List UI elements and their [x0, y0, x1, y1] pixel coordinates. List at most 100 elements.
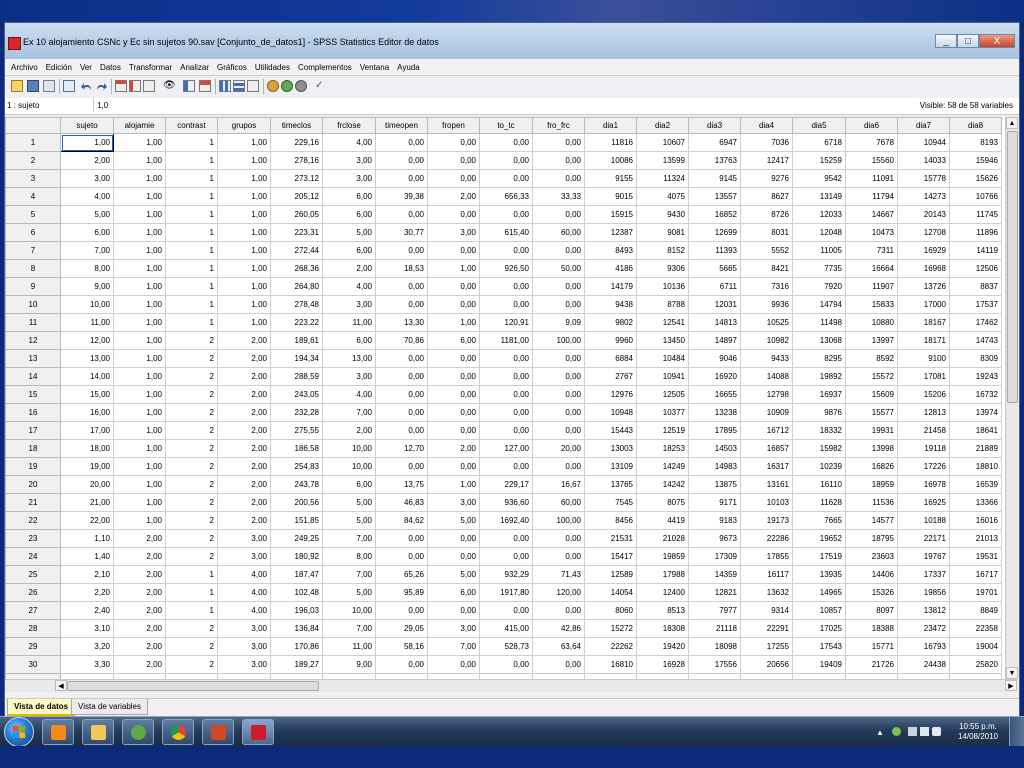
data-cell[interactable]: 1 — [165, 169, 218, 188]
data-cell[interactable]: 0,00 — [375, 277, 428, 296]
data-cell[interactable]: 9936 — [740, 295, 793, 314]
data-cell[interactable]: 14577 — [845, 511, 898, 530]
data-cell[interactable]: 17226 — [897, 457, 950, 476]
menu-graficos[interactable]: Gráficos — [217, 63, 247, 72]
taskbar-spss[interactable] — [242, 719, 274, 745]
data-cell[interactable]: 10,00 — [322, 601, 376, 620]
weight-cases-icon[interactable] — [233, 80, 245, 92]
column-header-timeopen[interactable]: timeopen — [375, 117, 428, 134]
data-cell[interactable]: 232,28 — [270, 403, 323, 422]
data-cell[interactable]: 6,00 — [427, 331, 480, 350]
data-cell[interactable]: 2,00 — [217, 367, 271, 386]
data-cell[interactable]: 0,00 — [532, 169, 585, 188]
data-cell[interactable]: 10086 — [584, 151, 637, 170]
data-cell[interactable]: 4075 — [636, 187, 689, 206]
data-cell[interactable]: 0,00 — [375, 529, 428, 548]
data-cell[interactable]: 17462 — [949, 313, 1002, 332]
column-header-dia8[interactable]: dia8 — [949, 117, 1002, 134]
data-cell[interactable]: 3,00 — [427, 493, 480, 512]
data-cell[interactable]: 0,00 — [427, 385, 480, 404]
data-cell[interactable]: 2,00 — [113, 619, 166, 638]
data-cell[interactable]: 21458 — [897, 421, 950, 440]
data-cell[interactable]: 1 — [165, 313, 218, 332]
data-cell[interactable]: 11324 — [636, 169, 689, 188]
data-cell[interactable]: 2,00 — [217, 385, 271, 404]
data-cell[interactable]: 1 — [165, 133, 218, 152]
data-cell[interactable]: 17081 — [897, 367, 950, 386]
data-cell[interactable]: 46,83 — [375, 493, 428, 512]
data-cell[interactable]: 1,00 — [113, 313, 166, 332]
data-cell[interactable]: 20,00 — [532, 439, 585, 458]
data-cell[interactable]: 15915 — [584, 205, 637, 224]
data-cell[interactable]: 13875 — [688, 475, 741, 494]
data-cell[interactable]: 3,10 — [60, 619, 114, 638]
data-cell[interactable]: 0,00 — [532, 241, 585, 260]
data-cell[interactable]: 10909 — [740, 403, 793, 422]
data-cell[interactable]: 13763 — [688, 151, 741, 170]
data-cell[interactable]: 13161 — [740, 475, 793, 494]
data-cell[interactable]: 0,00 — [427, 457, 480, 476]
data-cell[interactable]: 0,00 — [375, 385, 428, 404]
data-cell[interactable]: 2 — [165, 493, 218, 512]
data-cell[interactable]: 2,00 — [322, 421, 376, 440]
row-header[interactable]: 6 — [5, 223, 61, 242]
data-cell[interactable]: 1,00 — [217, 187, 271, 206]
data-cell[interactable]: 260,05 — [270, 205, 323, 224]
row-header[interactable]: 18 — [5, 439, 61, 458]
data-cell[interactable]: 10766 — [949, 187, 1002, 206]
data-cell[interactable]: 5,00 — [427, 511, 480, 530]
data-cell[interactable]: 1,00 — [427, 475, 480, 494]
data-cell[interactable]: 1,00 — [217, 133, 271, 152]
data-cell[interactable]: 14054 — [584, 583, 637, 602]
column-header-dia7[interactable]: dia7 — [897, 117, 950, 134]
data-cell[interactable]: 14033 — [897, 151, 950, 170]
data-cell[interactable]: 17855 — [740, 547, 793, 566]
data-cell[interactable]: 39,38 — [375, 187, 428, 206]
data-cell[interactable]: 8493 — [584, 241, 637, 260]
data-cell[interactable]: 7678 — [845, 133, 898, 152]
data-cell[interactable]: 2 — [165, 385, 218, 404]
data-cell[interactable]: 19004 — [949, 637, 1002, 656]
data-cell[interactable]: 0,00 — [479, 547, 533, 566]
goto-case-icon[interactable] — [115, 80, 127, 92]
menu-edicion[interactable]: Edición — [46, 63, 72, 72]
data-cell[interactable]: 21726 — [845, 655, 898, 674]
data-cell[interactable]: 1,10 — [60, 529, 114, 548]
data-cell[interactable]: 71,43 — [532, 565, 585, 584]
data-cell[interactable]: 2 — [165, 529, 218, 548]
row-header[interactable]: 3 — [5, 169, 61, 188]
data-cell[interactable]: 2,00 — [217, 493, 271, 512]
data-cell[interactable]: 84,62 — [375, 511, 428, 530]
data-cell[interactable]: 12048 — [792, 223, 846, 242]
data-cell[interactable]: 0,00 — [479, 133, 533, 152]
data-cell[interactable]: 10,00 — [322, 439, 376, 458]
data-cell[interactable]: 8031 — [740, 223, 793, 242]
data-cell[interactable]: 2,00 — [217, 349, 271, 368]
data-cell[interactable]: 19931 — [845, 421, 898, 440]
data-cell[interactable]: 229,17 — [479, 475, 533, 494]
data-cell[interactable]: 9145 — [688, 169, 741, 188]
data-cell[interactable]: 16928 — [636, 655, 689, 674]
data-cell[interactable]: 14897 — [688, 331, 741, 350]
data-cell[interactable]: 9438 — [584, 295, 637, 314]
menu-complementos[interactable]: Complementos — [298, 63, 352, 72]
data-cell[interactable]: 1 — [165, 277, 218, 296]
data-cell[interactable]: 19,00 — [60, 457, 114, 476]
data-cell[interactable]: 4,00 — [217, 601, 271, 620]
data-cell[interactable]: 1 — [165, 187, 218, 206]
data-cell[interactable]: 16852 — [688, 205, 741, 224]
data-cell[interactable]: 7665 — [792, 511, 846, 530]
data-cell[interactable]: 10525 — [740, 313, 793, 332]
data-cell[interactable]: 2767 — [584, 367, 637, 386]
data-cell[interactable]: 17556 — [688, 655, 741, 674]
scroll-left-icon[interactable]: ◀ — [55, 680, 67, 691]
horizontal-scrollbar[interactable]: ◀ ▶ — [5, 679, 1017, 692]
data-cell[interactable]: 0,00 — [532, 547, 585, 566]
data-cell[interactable]: 1,00 — [113, 385, 166, 404]
data-cell[interactable]: 8726 — [740, 205, 793, 224]
data-cell[interactable]: 415,00 — [479, 619, 533, 638]
row-header[interactable]: 22 — [5, 511, 61, 530]
data-cell[interactable]: 0,00 — [375, 367, 428, 386]
data-cell[interactable]: 0,00 — [532, 367, 585, 386]
data-cell[interactable]: 1,00 — [113, 439, 166, 458]
